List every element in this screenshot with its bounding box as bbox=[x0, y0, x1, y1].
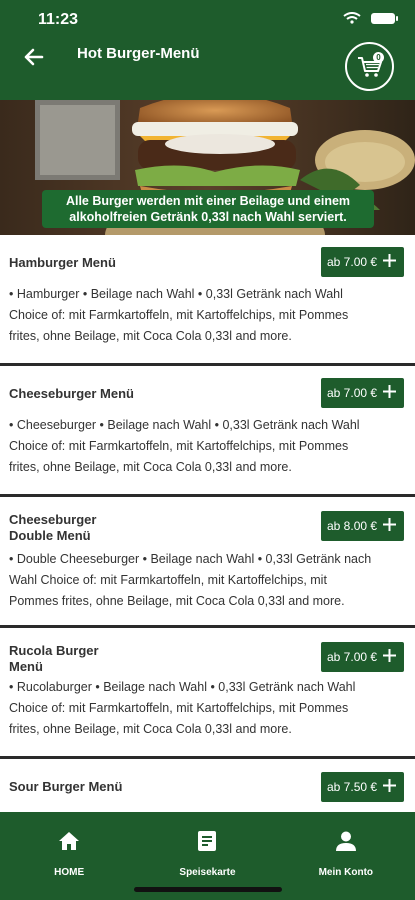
nav-home-label: HOME bbox=[54, 867, 85, 878]
add-to-cart-button[interactable]: ab 7.00 € bbox=[321, 378, 404, 408]
description-line: • Double Cheeseburger • Beilage nach Wah… bbox=[9, 552, 372, 566]
app-bar: Hot Burger-Menü 0 bbox=[0, 34, 415, 100]
status-bar: 11:23 bbox=[0, 0, 415, 34]
item-name: Sour Burger Menü bbox=[9, 779, 123, 794]
price-label: ab 7.50 € bbox=[327, 780, 378, 794]
item-name: Cheeseburger Menü bbox=[9, 386, 134, 401]
price-label: ab 7.00 € bbox=[327, 650, 378, 664]
item-name-line: Cheeseburger bbox=[9, 512, 97, 527]
home-icon bbox=[59, 832, 80, 850]
plus-icon bbox=[383, 385, 396, 398]
menu-item[interactable]: Cheeseburger Menü ab 7.00 € • Cheeseburg… bbox=[0, 366, 415, 497]
menu-item[interactable]: Hamburger Menü ab 7.00 € • Hamburger • B… bbox=[0, 235, 415, 366]
battery-icon bbox=[371, 12, 398, 24]
description-line: • Cheeseburger • Beilage nach Wahl • 0,3… bbox=[9, 418, 360, 432]
home-indicator bbox=[134, 887, 282, 892]
description-line: frites, ohne Beilage, mit Coca Cola 0,33… bbox=[9, 460, 292, 474]
description-line: frites, ohne Beilage, mit Coca Cola 0,33… bbox=[9, 722, 292, 736]
page-title: Hot Burger-Menü bbox=[77, 45, 200, 62]
description-line: Choice of: mit Farmkartoffeln, mit Karto… bbox=[9, 308, 349, 322]
description-line: Choice of: mit Farmkartoffeln, mit Karto… bbox=[9, 439, 349, 453]
description-line: Wahl Choice of: mit Farmkartoffeln, mit … bbox=[9, 573, 327, 587]
price-label: ab 7.00 € bbox=[327, 386, 378, 400]
item-name-line: Double Menü bbox=[9, 528, 91, 543]
arrow-left-icon[interactable] bbox=[20, 43, 48, 71]
banner-line-2: alkoholfreien Getränk 0,33l nach Wahl se… bbox=[69, 210, 347, 224]
hero-image: Alle Burger werden mit einer Beilage und… bbox=[0, 100, 415, 235]
add-to-cart-button[interactable]: ab 7.00 € bbox=[321, 642, 404, 672]
item-description: • Double Cheeseburger • Beilage nach Wah… bbox=[9, 549, 411, 612]
price-label: ab 8.00 € bbox=[327, 519, 378, 533]
wifi-icon bbox=[343, 12, 361, 24]
description-line: frites, ohne Beilage, mit Coca Cola 0,33… bbox=[9, 329, 292, 343]
cart-button[interactable]: 0 bbox=[345, 42, 394, 91]
banner-line-1: Alle Burger werden mit einer Beilage und… bbox=[65, 194, 351, 208]
menu-item[interactable]: Cheeseburger Double Menü ab 8.00 € • Dou… bbox=[0, 497, 415, 628]
nav-home[interactable]: HOME bbox=[0, 812, 138, 900]
add-to-cart-button[interactable]: ab 7.50 € bbox=[321, 772, 404, 802]
description-line: Choice of: mit Farmkartoffeln, mit Karto… bbox=[9, 701, 349, 715]
add-to-cart-button[interactable]: ab 8.00 € bbox=[321, 511, 404, 541]
item-description: • Cheeseburger • Beilage nach Wahl • 0,3… bbox=[9, 415, 411, 478]
nav-account-label: Mein Konto bbox=[318, 867, 374, 878]
plus-icon bbox=[383, 779, 396, 792]
plus-icon bbox=[383, 649, 396, 662]
description-line: • Hamburger • Beilage nach Wahl • 0,33l … bbox=[9, 287, 343, 301]
item-name: Cheeseburger Double Menü bbox=[9, 512, 159, 544]
status-icons bbox=[343, 12, 398, 24]
nav-account[interactable]: Mein Konto bbox=[277, 812, 415, 900]
price-label: ab 7.00 € bbox=[327, 255, 378, 269]
item-description: • Rucolaburger • Beilage nach Wahl • 0,3… bbox=[9, 677, 411, 740]
info-banner: Alle Burger werden mit einer Beilage und… bbox=[42, 190, 374, 228]
item-name-line: Rucola Burger bbox=[9, 643, 99, 658]
plus-icon bbox=[383, 518, 396, 531]
item-name-line: Menü bbox=[9, 659, 43, 674]
description-line: Pommes frites, ohne Beilage, mit Coca Co… bbox=[9, 594, 345, 608]
status-time: 11:23 bbox=[38, 11, 79, 28]
plus-icon bbox=[383, 254, 396, 267]
item-description: • Hamburger • Beilage nach Wahl • 0,33l … bbox=[9, 284, 411, 347]
menu-item[interactable]: Rucola Burger Menü ab 7.00 € • Rucolabur… bbox=[0, 628, 415, 759]
add-to-cart-button[interactable]: ab 7.00 € bbox=[321, 247, 404, 277]
person-icon bbox=[335, 831, 356, 851]
nav-menu-label: Speisekarte bbox=[179, 867, 236, 878]
document-list-icon bbox=[198, 831, 217, 851]
cart-count-badge: 0 bbox=[373, 52, 384, 63]
item-name: Hamburger Menü bbox=[9, 255, 116, 270]
item-name: Rucola Burger Menü bbox=[9, 643, 159, 675]
description-line: • Rucolaburger • Beilage nach Wahl • 0,3… bbox=[9, 680, 356, 694]
menu-list: Hamburger Menü ab 7.00 € • Hamburger • B… bbox=[0, 235, 415, 890]
